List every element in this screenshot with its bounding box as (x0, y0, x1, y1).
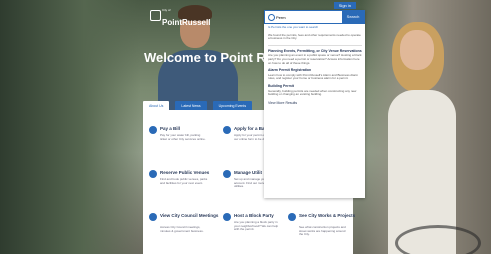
card-desc: Pay for your water bill, parking ticket … (160, 133, 206, 141)
card-title: Host a Block Party (234, 213, 274, 218)
card-desc: Access City Council meetings, minutes & … (160, 225, 204, 233)
card-title: View City Council Meetings (160, 213, 219, 218)
works-icon (288, 213, 296, 221)
page: Sign in City of PointRussell Welcome to … (0, 0, 491, 254)
logo-mark-icon (150, 10, 161, 21)
card-title: Pay a Bill (160, 126, 181, 131)
card-title: Manage Utilit (234, 170, 263, 175)
result-suggestion[interactable]: Is Permits the one you want to search (268, 25, 318, 29)
card-title: Reserve Public Venues (160, 170, 210, 175)
hero-left-scenery (0, 0, 140, 254)
search-result: We found the permits, fees and other req… (268, 32, 362, 41)
permit-icon (223, 126, 231, 134)
party-icon (223, 213, 231, 221)
result-text: Are you planning an event in a public sp… (268, 53, 362, 65)
council-icon (149, 213, 157, 221)
logo-small-text: City of (162, 8, 171, 12)
search-result[interactable]: Planning Events, Permitting, or City Ven… (268, 49, 362, 65)
search-input[interactable] (276, 13, 336, 22)
search-icon (268, 14, 275, 21)
search-panel: Search Is Permits the one you want to se… (264, 10, 365, 198)
search-results: Is Permits the one you want to search We… (268, 25, 362, 105)
result-text: We found the permits, fees and other req… (268, 32, 361, 41)
view-more-results-link[interactable]: View More Results (268, 101, 362, 105)
hero-title: Welcome to Point R (144, 50, 266, 65)
search-result[interactable]: Is Permits the one you want to search (268, 25, 362, 30)
card-desc: Are you planning a block party in your n… (234, 220, 279, 232)
card-title: See City Works & Projects (299, 213, 356, 218)
search-button[interactable]: Search (342, 11, 364, 23)
card-desc: Find and book public venues, parks and f… (160, 177, 208, 185)
venue-icon (149, 170, 157, 178)
site-logo[interactable]: City of PointRussell (150, 8, 210, 30)
utility-icon (223, 170, 231, 178)
bill-icon (149, 126, 157, 134)
result-text: Learn how to comply with Point Russell's… (268, 72, 359, 81)
search-result[interactable]: Alarm Permit Registration Learn how to c… (268, 69, 362, 81)
search-result[interactable]: Building Permit Generally, building perm… (268, 84, 362, 97)
search-bar: Search (264, 10, 365, 24)
signin-button[interactable]: Sign in (333, 2, 356, 9)
card-title: Apply for a Ba (234, 126, 265, 131)
logo-main-text: PointRussell (162, 18, 211, 27)
bicycle-wheel (395, 225, 481, 254)
divider (268, 44, 362, 46)
card-desc: See what construction projects and stree… (299, 225, 346, 237)
hero-woman-photo (378, 0, 468, 254)
result-text: Generally, building permits are needed w… (268, 88, 357, 97)
